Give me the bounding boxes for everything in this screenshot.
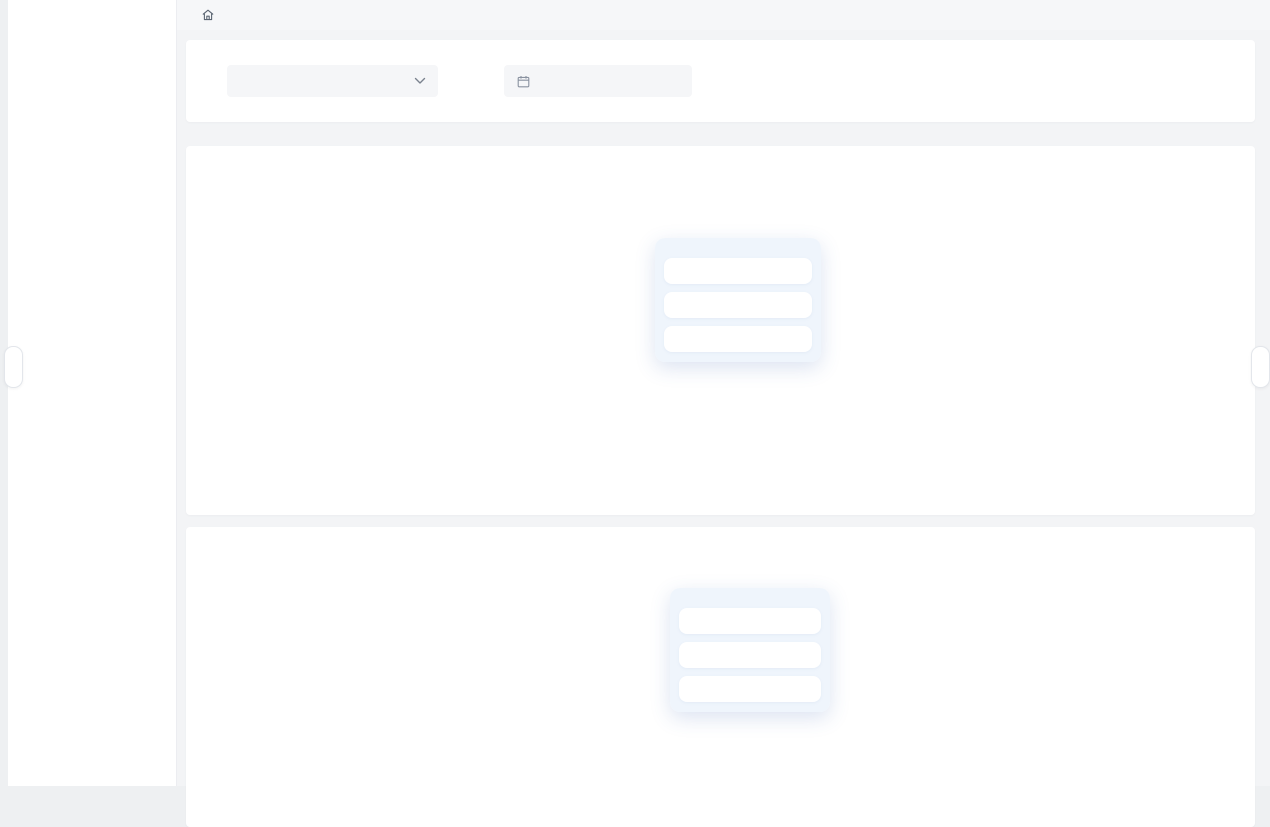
usage-chart-card	[186, 527, 1255, 827]
legend-item-series-c[interactable]	[754, 493, 769, 501]
series-a-dot-icon	[672, 493, 680, 501]
sidebar-item-other-management[interactable]	[8, 160, 176, 197]
calendar-icon	[517, 75, 530, 88]
tooltip-row	[664, 258, 812, 284]
home-icon	[201, 8, 215, 22]
sidebar-item-lend-log[interactable]	[8, 49, 176, 86]
chevron-down-icon	[414, 77, 426, 85]
breadcrumb	[177, 0, 1270, 30]
tooltip-row	[664, 292, 812, 318]
app-root: { "sidebar": { "items": [ {"label": "设备管…	[0, 0, 1270, 786]
weekly-usage-dot-icon	[689, 617, 697, 625]
sidebar-item-device-management[interactable]	[8, 12, 176, 49]
legend-item-series-b[interactable]	[713, 493, 728, 501]
series-c-dot-icon	[674, 335, 682, 343]
filter-bar	[186, 40, 1255, 122]
series-a-dot-icon	[674, 267, 682, 275]
revenue-chart-legend	[186, 493, 1255, 501]
panel-collapse-button[interactable]	[1251, 346, 1270, 388]
legend-item-series-a[interactable]	[672, 493, 687, 501]
tooltip-row	[679, 608, 821, 634]
series-b-dot-icon	[674, 301, 682, 309]
sidebar-item-statistics-detail[interactable]	[8, 123, 176, 160]
sidebar	[8, 0, 177, 786]
revenue-chart-card	[186, 146, 1255, 515]
usage-chart-tooltip	[670, 588, 830, 712]
tooltip-row	[664, 326, 812, 352]
series-b-dot-icon	[713, 493, 721, 501]
revenue-chart-tooltip	[655, 238, 821, 362]
sidebar-menu	[8, 0, 176, 197]
tooltip-row	[679, 642, 821, 668]
main-content	[177, 0, 1270, 786]
monthly-usage-dot-icon	[689, 651, 697, 659]
sidebar-expand-button[interactable]	[4, 346, 23, 388]
series-c-dot-icon	[754, 493, 762, 501]
total-usage-dot-icon	[689, 685, 697, 693]
tooltip-row	[679, 676, 821, 702]
department-select[interactable]	[227, 65, 438, 97]
sidebar-item-department-management[interactable]	[8, 86, 176, 123]
date-range-picker[interactable]	[504, 65, 692, 97]
